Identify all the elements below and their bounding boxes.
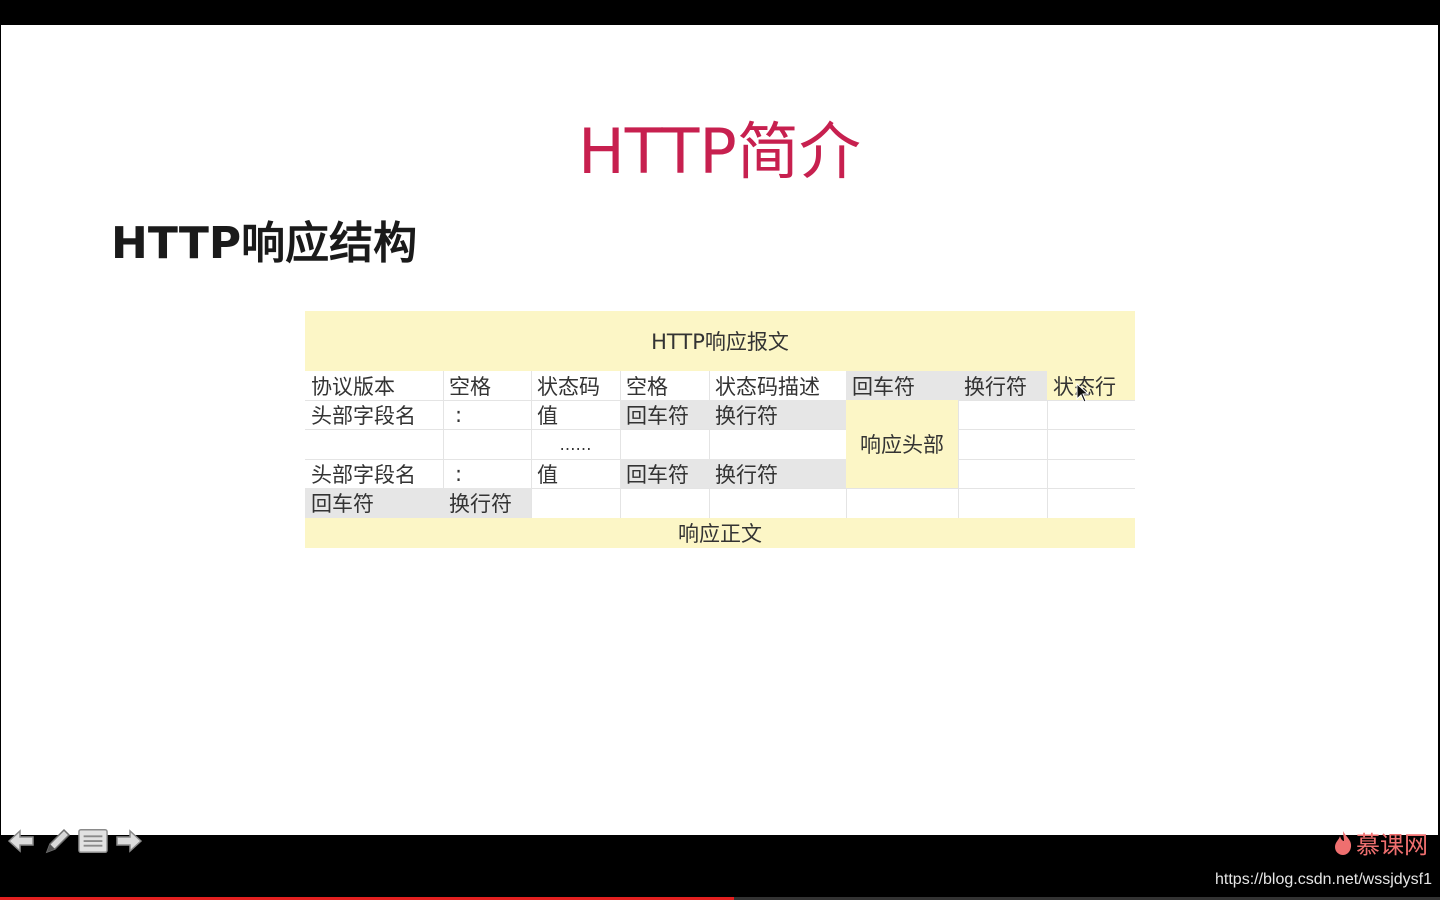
cell-space: 空格 xyxy=(449,374,491,399)
cell-status-code: 状态码 xyxy=(537,374,600,399)
label-response-body: 响应正文 xyxy=(305,518,1135,548)
cell-space: 空格 xyxy=(626,374,668,399)
cell-colon: : xyxy=(455,402,463,427)
cell-header-field-name: 头部字段名 xyxy=(311,403,416,428)
cell-line-feed: 换行符 xyxy=(709,459,846,488)
table-header: HTTP响应报文 xyxy=(305,311,1135,371)
section-heading: HTTP响应结构 xyxy=(111,218,418,269)
http-response-table: HTTP响应报文 协议版本 空格 状态码 空格 状态码描述 回车符 换行符 状态… xyxy=(305,311,1135,549)
menu-icon[interactable] xyxy=(78,826,108,856)
cell-line-feed: 换行符 xyxy=(709,400,846,429)
flame-icon xyxy=(1335,830,1352,855)
cell-ellipsis: …… xyxy=(559,434,592,454)
slide-title: HTTP简介 xyxy=(578,115,861,188)
imooc-logo: 慕课网 xyxy=(1333,825,1428,860)
slide: HTTP简介 HTTP响应结构 HTTP响应报文 协议版本 空格 状态码 空格 … xyxy=(1,25,1438,859)
slide-toolbar xyxy=(6,826,144,856)
cell-status-description: 状态码描述 xyxy=(715,374,820,399)
pen-icon[interactable] xyxy=(42,826,72,856)
cell-carriage-return: 回车符 xyxy=(846,371,958,400)
cell-line-feed: 换行符 xyxy=(958,371,1047,400)
cell-carriage-return: 回车符 xyxy=(620,459,709,488)
cell-header-field-name: 头部字段名 xyxy=(311,462,416,487)
cell-carriage-return: 回车符 xyxy=(305,488,443,518)
cell-value: 值 xyxy=(537,403,558,428)
label-status-line: 状态行 xyxy=(1047,371,1135,400)
cell-value: 值 xyxy=(537,462,558,487)
label-response-header: 响应头部 xyxy=(846,400,958,488)
arrow-right-icon[interactable] xyxy=(114,826,144,856)
arrow-left-icon[interactable] xyxy=(6,826,36,856)
cell-protocol-version: 协议版本 xyxy=(311,374,395,399)
cell-carriage-return: 回车符 xyxy=(620,400,709,429)
watermark-url: https://blog.csdn.net/wssjdysf1 xyxy=(1215,871,1432,888)
cell-colon: : xyxy=(455,461,463,486)
cell-line-feed: 换行符 xyxy=(443,488,531,518)
brand-name: 慕课网 xyxy=(1356,831,1428,859)
mouse-cursor-icon xyxy=(1076,383,1090,403)
